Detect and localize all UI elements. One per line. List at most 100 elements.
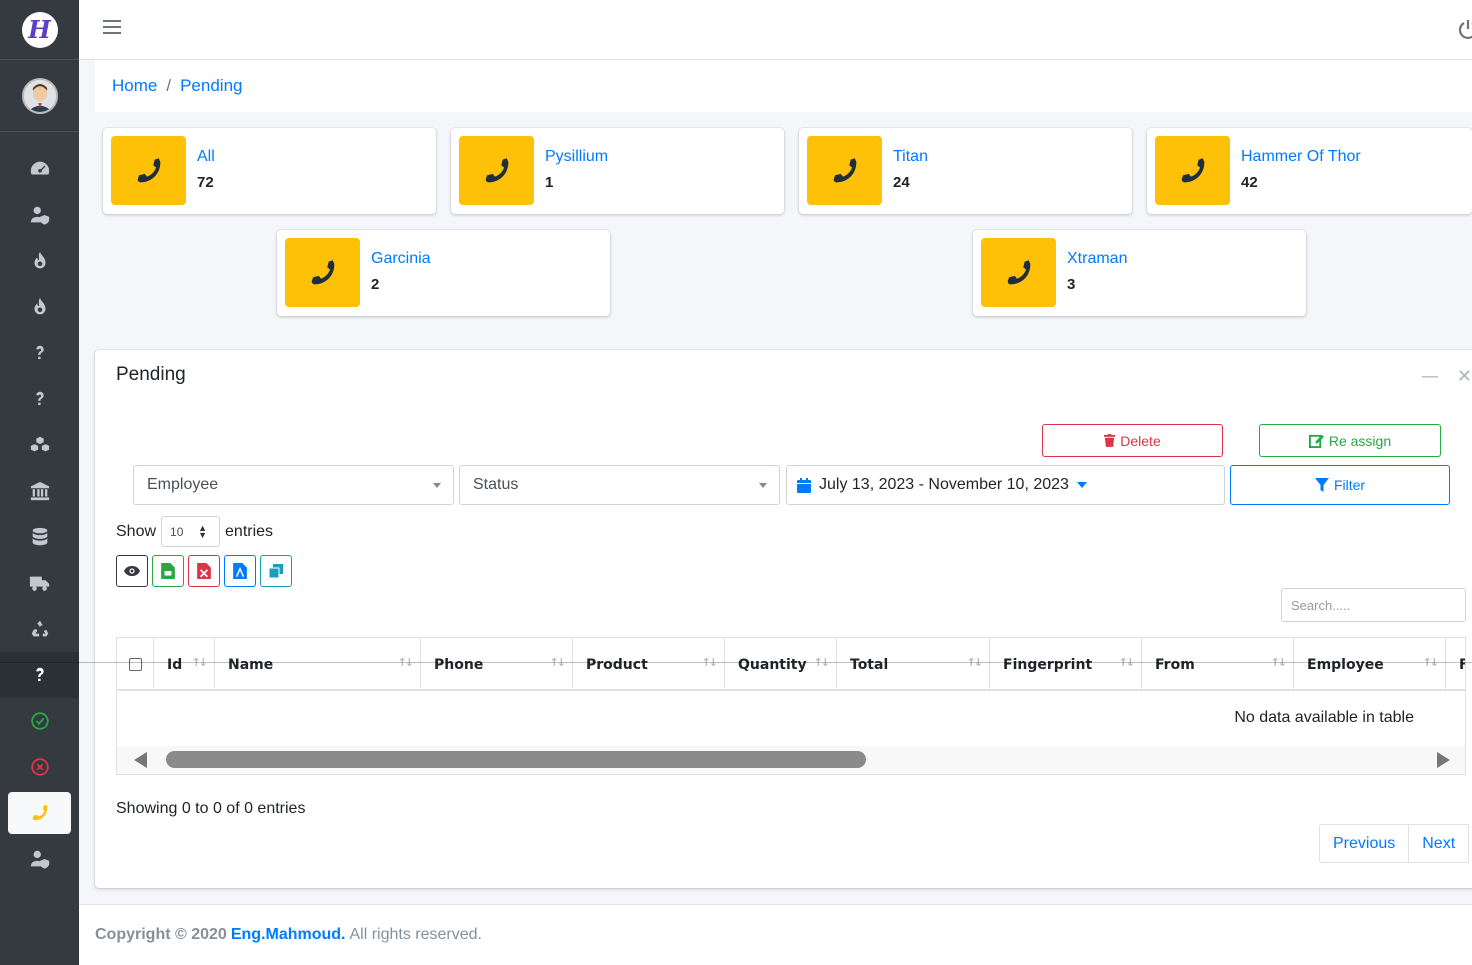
nav-recycle[interactable] <box>0 606 79 652</box>
user-shield-icon <box>30 206 49 225</box>
filter-icon <box>1314 478 1329 492</box>
nav-database[interactable] <box>0 514 79 560</box>
stat-icon-box <box>459 136 534 205</box>
hamburger-menu-icon[interactable] <box>103 20 121 36</box>
next-page-button[interactable]: Next <box>1409 824 1470 863</box>
column-header-name[interactable]: Name ↑↓ <box>215 638 421 691</box>
column-header-fingerprint[interactable]: Fingerprint ↑↓ <box>990 638 1142 691</box>
times-circle-icon <box>30 758 49 776</box>
page-length-value: 10 <box>170 524 184 539</box>
employee-select[interactable]: Employee <box>133 465 454 505</box>
stat-icon-box <box>981 238 1056 307</box>
nav-cubes[interactable] <box>0 422 79 468</box>
status-select[interactable]: Status <box>459 465 780 505</box>
truck-icon <box>29 576 49 591</box>
breadcrumb-current-link[interactable]: Pending <box>180 76 242 96</box>
stat-icon-box <box>807 136 882 205</box>
sort-arrows-icon: ▲ ▼ <box>198 523 208 540</box>
stat-box-pysillium[interactable]: Pysillium 1 <box>451 128 784 214</box>
nav-approved[interactable] <box>0 698 79 744</box>
column-label: From <box>1155 656 1195 673</box>
delete-button[interactable]: Delete <box>1042 424 1223 457</box>
stat-box-titan[interactable]: Titan 24 <box>799 128 1132 214</box>
stat-box-garcinia[interactable]: Garcinia 2 <box>277 230 610 316</box>
question-icon <box>35 667 44 682</box>
select-all-checkbox-cell[interactable] <box>117 638 154 691</box>
nav-pending[interactable] <box>8 792 71 834</box>
card-title: Pending <box>116 364 186 385</box>
brand-logo[interactable]: H <box>21 11 58 48</box>
question-icon <box>35 391 44 406</box>
column-header-from[interactable]: From ↑↓ <box>1142 638 1294 691</box>
empty-table-row: No data available in table <box>117 693 1465 743</box>
column-label: Fingerprint <box>1003 656 1093 673</box>
stat-box-hammer-of-thor[interactable]: Hammer Of Thor 42 <box>1147 128 1472 214</box>
card-tools: — ✕ <box>1421 366 1472 387</box>
stat-box-all[interactable]: All 72 <box>103 128 436 214</box>
nav-fire-1[interactable] <box>0 238 79 284</box>
column-header-phone[interactable]: Phone ↑↓ <box>421 638 573 691</box>
power-icon[interactable] <box>1458 18 1472 40</box>
nav-shipping[interactable] <box>0 560 79 606</box>
export-pdf-button[interactable] <box>224 555 256 587</box>
nav-fire-2[interactable] <box>0 284 79 330</box>
reassign-label: Re assign <box>1328 432 1392 449</box>
show-label: Show <box>116 522 157 540</box>
brand[interactable]: H <box>0 0 79 60</box>
delete-label: Delete <box>1120 432 1161 449</box>
column-header-quantity[interactable]: Quantity ↑↓ <box>725 638 837 691</box>
column-label: Name <box>228 656 274 673</box>
scroll-left-arrow-icon[interactable] <box>134 752 147 768</box>
column-label: Phone <box>434 656 484 673</box>
avatar-image <box>23 79 56 112</box>
column-header-employee[interactable]: Employee ↑↓ <box>1294 638 1446 691</box>
guide-line-divider <box>0 662 1472 663</box>
column-visibility-button[interactable] <box>116 555 148 587</box>
scroll-right-arrow-icon[interactable] <box>1437 752 1450 768</box>
nav-users-2[interactable] <box>0 836 79 882</box>
date-range-picker[interactable]: July 13, 2023 - November 10, 2023 <box>786 465 1225 505</box>
pending-card: Pending — ✕ Delete Re assign Employee St… <box>95 350 1472 888</box>
calendar-icon <box>797 477 811 493</box>
column-header-id[interactable]: Id ↑↓ <box>154 638 215 691</box>
select-all-checkbox[interactable] <box>128 658 142 671</box>
nav-question-1[interactable] <box>0 330 79 376</box>
horizontal-scrollbar[interactable] <box>117 746 1465 774</box>
nav-users[interactable] <box>0 192 79 238</box>
breadcrumb-home-link[interactable]: Home <box>112 76 157 96</box>
column-label: Total <box>850 656 889 673</box>
footer-rights: All rights reserved. <box>349 926 482 943</box>
export-excel-button[interactable] <box>188 555 220 587</box>
copy-button[interactable] <box>260 555 292 587</box>
nav-rejected[interactable] <box>0 744 79 790</box>
column-label: Quantity <box>738 656 807 673</box>
avatar[interactable] <box>21 77 58 114</box>
reassign-button[interactable]: Re assign <box>1259 424 1441 457</box>
trash-icon <box>1104 434 1116 447</box>
nav-question-3[interactable] <box>0 652 79 698</box>
stat-box-xtraman[interactable]: Xtraman 3 <box>973 230 1306 316</box>
close-icon[interactable]: ✕ <box>1457 366 1472 387</box>
export-csv-button[interactable] <box>152 555 184 587</box>
stat-count: 24 <box>893 174 910 191</box>
nav-bank[interactable] <box>0 468 79 514</box>
breadcrumb: Home / Pending <box>95 60 1472 112</box>
column-header-total[interactable]: Total ↑↓ <box>837 638 990 691</box>
user-panel[interactable] <box>0 60 79 132</box>
page-length-select[interactable]: 10 ▲ ▼ <box>161 516 221 547</box>
previous-page-button[interactable]: Previous <box>1319 824 1410 863</box>
nav-dashboard[interactable] <box>0 146 79 192</box>
caret-down-icon <box>1076 482 1087 488</box>
column-header-partial[interactable]: F <box>1446 638 1465 691</box>
scrollbar-thumb[interactable] <box>166 751 866 768</box>
footer-author-link[interactable]: Eng.Mahmoud. <box>231 926 346 944</box>
search-input[interactable]: Search..... <box>1281 588 1466 622</box>
pending-table: Id ↑↓ Name ↑↓ Phone ↑↓ Product ↑↓ Quantity ↑↓… <box>116 637 1466 775</box>
sidebar-nav <box>0 146 79 882</box>
column-header-product[interactable]: Product ↑↓ <box>573 638 725 691</box>
chevron-down-icon <box>433 483 441 488</box>
nav-question-2[interactable] <box>0 376 79 422</box>
filter-button[interactable]: Filter <box>1230 465 1450 505</box>
stat-title: All <box>197 148 215 165</box>
minimize-icon[interactable]: — <box>1421 366 1439 387</box>
